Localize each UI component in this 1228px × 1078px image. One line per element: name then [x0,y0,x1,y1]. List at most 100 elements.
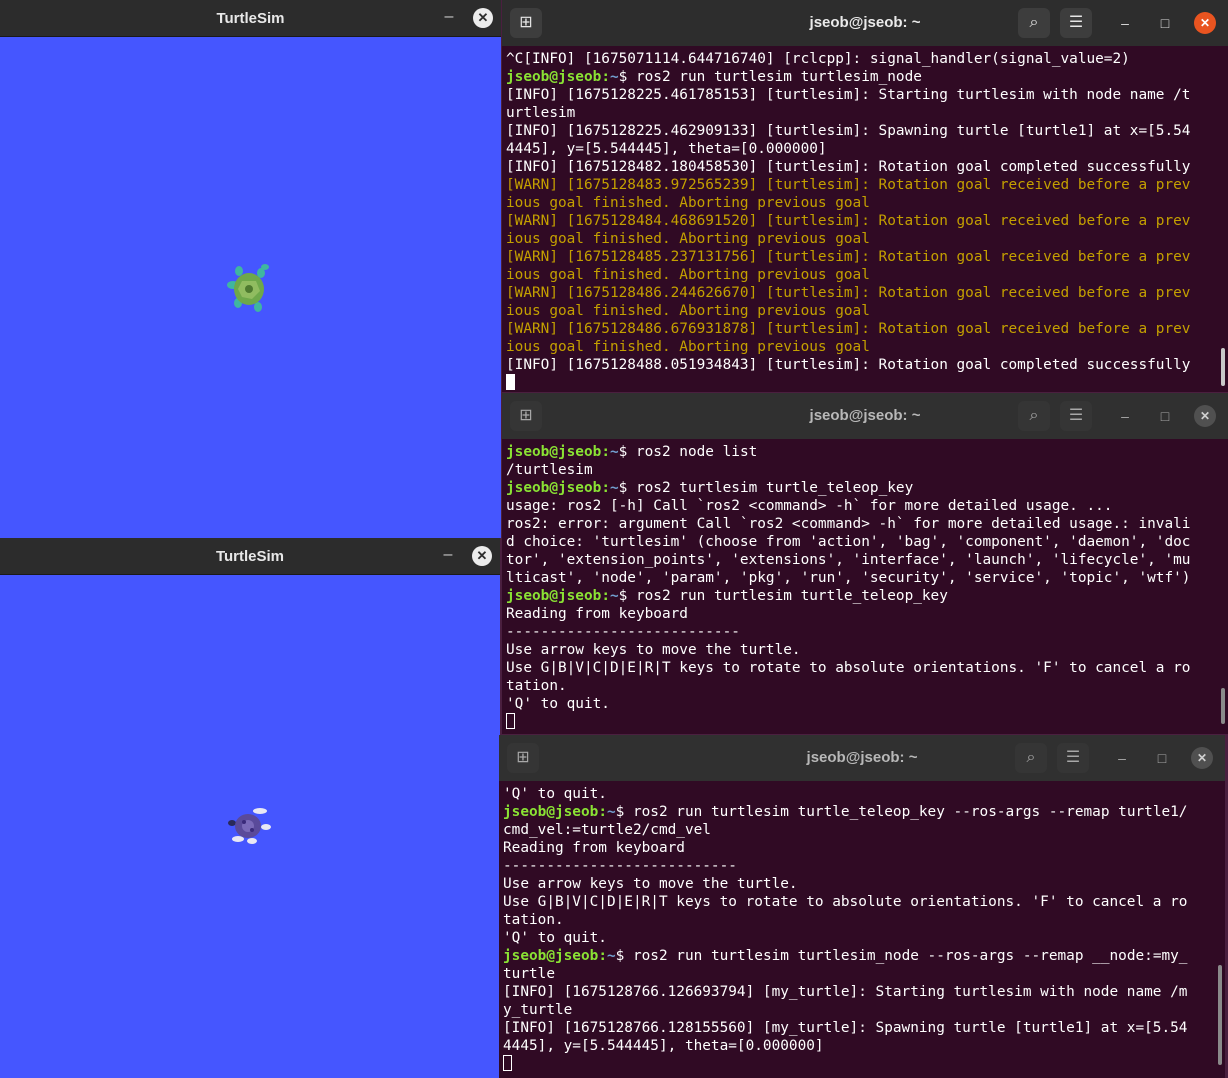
terminal-line: Reading from keyboard [506,605,1228,623]
prompt-user: jseob@jseob [506,69,602,85]
terminal-line: 'Q' to quit. [506,695,1228,713]
terminal-line: tor', 'extension_points', 'extensions', … [506,551,1228,569]
terminal-line: tation. [506,677,1228,695]
terminal-line: jseob@jseob:~$ ros2 run turtlesim turtle… [503,948,1188,964]
line-text: ious goal finished. Aborting previous go… [506,231,870,247]
minimize-button[interactable]: – [1114,405,1136,427]
terminal-line: d choice: 'turtlesim' (choose from 'acti… [506,533,1228,551]
line-text: $ ros2 run turtlesim turtle_teleop_key [618,588,948,604]
menu-button[interactable]: ☰ [1060,8,1092,38]
terminal-line: ious goal finished. Aborting previous go… [506,338,1228,356]
prompt-user: jseob@jseob [503,948,599,964]
line-text: ious goal finished. Aborting previous go… [506,195,870,211]
prompt-path: ~ [606,804,616,820]
line-text: --------------------------- [503,858,737,874]
terminal-line: jseob@jseob:~$ ros2 turtlesim turtle_tel… [506,480,914,496]
prompt-path: ~ [609,588,619,604]
terminal-line: --------------------------- [506,623,1228,641]
terminal-line: ious goal finished. Aborting previous go… [506,266,1228,284]
prompt-user: jseob@jseob [506,480,602,496]
close-button[interactable]: ✕ [1194,12,1216,34]
window-title: TurtleSim [215,548,285,565]
maximize-button[interactable]: □ [1154,405,1176,427]
terminal-line: cmd_vel:=turtle2/cmd_vel [503,821,1225,839]
line-text: ros2: error: argument Call `ros2 <comman… [506,516,1191,532]
line-text: 'Q' to quit. [506,696,610,712]
terminal-header[interactable]: ⊞ jseob@jseob: ~ ⌕ ☰ – □ ✕ [502,393,1228,439]
search-button[interactable]: ⌕ [1015,743,1047,773]
text-cursor [503,1055,512,1071]
prompt-path: ~ [606,948,616,964]
close-button[interactable]: ✕ [1191,747,1213,769]
line-text: tation. [503,912,564,928]
scrollbar[interactable] [1218,965,1222,1065]
terminal-line [506,374,1228,392]
close-button[interactable]: ✕ [1194,405,1216,427]
search-button[interactable]: ⌕ [1018,8,1050,38]
line-text: [INFO] [1675128482.180458530] [turtlesim… [506,159,1191,175]
terminal-line: [INFO] [1675128488.051934843] [turtlesim… [506,356,1228,374]
line-text: y_turtle [503,1002,573,1018]
terminal-line: ros2: error: argument Call `ros2 <comman… [506,515,1228,533]
close-button[interactable]: ✕ [472,546,492,566]
terminal-line: 'Q' to quit. [503,785,1225,803]
terminal-window-2: ⊞ jseob@jseob: ~ ⌕ ☰ – □ ✕ jseob@jseob:~… [502,393,1228,734]
terminal-line: [INFO] [1675128225.461785153] [turtlesim… [506,86,1228,104]
prompt-path: ~ [609,480,619,496]
turtlesim-titlebar[interactable]: TurtleSim – ✕ [0,0,501,37]
scrollbar[interactable] [1221,688,1225,724]
line-text: [INFO] [1675128225.461785153] [turtlesim… [506,87,1191,103]
line-text: --------------------------- [506,624,740,640]
terminal-header[interactable]: ⊞ jseob@jseob: ~ ⌕ ☰ – □ ✕ [502,0,1228,46]
terminal-line: [WARN] [1675128486.244626670] [turtlesim… [506,284,1228,302]
terminal-window-3: ⊞ jseob@jseob: ~ ⌕ ☰ – □ ✕ 'Q' to quit. j… [499,735,1225,1078]
terminal-line: ious goal finished. Aborting previous go… [506,194,1228,212]
menu-button[interactable]: ☰ [1057,743,1089,773]
terminal-line: 'Q' to quit. [503,929,1225,947]
line-text: 'Q' to quit. [503,930,607,946]
turtlesim-canvas [0,575,500,1078]
terminal-header[interactable]: ⊞ jseob@jseob: ~ ⌕ ☰ – □ ✕ [499,735,1225,781]
line-text: [INFO] [1675128766.128155560] [my_turtle… [503,1020,1188,1036]
turtlesim-window-bottom: TurtleSim – ✕ [0,538,500,1078]
close-button[interactable]: ✕ [473,8,493,28]
terminal-output[interactable]: ^C[INFO] [1675071114.644716740] [rclcpp]… [502,46,1228,392]
terminal-line: Use G|B|V|C|D|E|R|T keys to rotate to ab… [503,893,1225,911]
maximize-button[interactable]: □ [1154,12,1176,34]
maximize-button[interactable]: □ [1151,747,1173,769]
terminal-line: [INFO] [1675128766.128155560] [my_turtle… [503,1019,1225,1037]
terminal-output[interactable]: 'Q' to quit. jseob@jseob:~$ ros2 run turt… [499,781,1225,1078]
terminal-line [503,1055,1225,1073]
terminal-output[interactable]: jseob@jseob:~$ ros2 node list/turtlesim j… [502,439,1228,734]
line-text: $ ros2 run turtlesim turtlesim_node [618,69,922,85]
minimize-button[interactable]: – [1114,12,1136,34]
terminal-line: [WARN] [1675128485.237131756] [turtlesim… [506,248,1228,266]
menu-button[interactable]: ☰ [1060,401,1092,431]
terminal-line: [INFO] [1675128482.180458530] [turtlesim… [506,158,1228,176]
line-text: tation. [506,678,567,694]
prompt-user: jseob@jseob [506,444,602,460]
line-text: 4445], y=[5.544445], theta=[0.000000] [503,1038,824,1054]
line-text: urtlesim [506,105,576,121]
turtlesim-canvas [0,37,501,538]
terminal-line: ^C[INFO] [1675071114.644716740] [rclcpp]… [506,50,1228,68]
terminal-line: --------------------------- [503,857,1225,875]
terminal-line: 4445], y=[5.544445], theta=[0.000000] [503,1037,1225,1055]
line-text: /turtlesim [506,462,593,478]
terminal-line: [WARN] [1675128483.972565239] [turtlesim… [506,176,1228,194]
prompt-path: ~ [609,444,619,460]
line-text: $ ros2 run turtlesim turtlesim_node --ro… [615,948,1188,964]
minimize-button[interactable]: – [439,8,459,28]
minimize-button[interactable]: – [438,546,458,566]
minimize-button[interactable]: – [1111,747,1133,769]
line-text: lticast', 'node', 'param', 'pkg', 'run',… [506,570,1191,586]
terminal-line: jseob@jseob:~$ ros2 run turtlesim turtle… [503,804,1188,820]
search-button[interactable]: ⌕ [1018,401,1050,431]
line-text: ious goal finished. Aborting previous go… [506,339,870,355]
turtlesim-titlebar[interactable]: TurtleSim – ✕ [0,538,500,575]
scrollbar[interactable] [1221,348,1225,386]
terminal-line: lticast', 'node', 'param', 'pkg', 'run',… [506,569,1228,587]
prompt-path: ~ [609,69,619,85]
line-text: tor', 'extension_points', 'extensions', … [506,552,1191,568]
terminal-line: Use G|B|V|C|D|E|R|T keys to rotate to ab… [506,659,1228,677]
